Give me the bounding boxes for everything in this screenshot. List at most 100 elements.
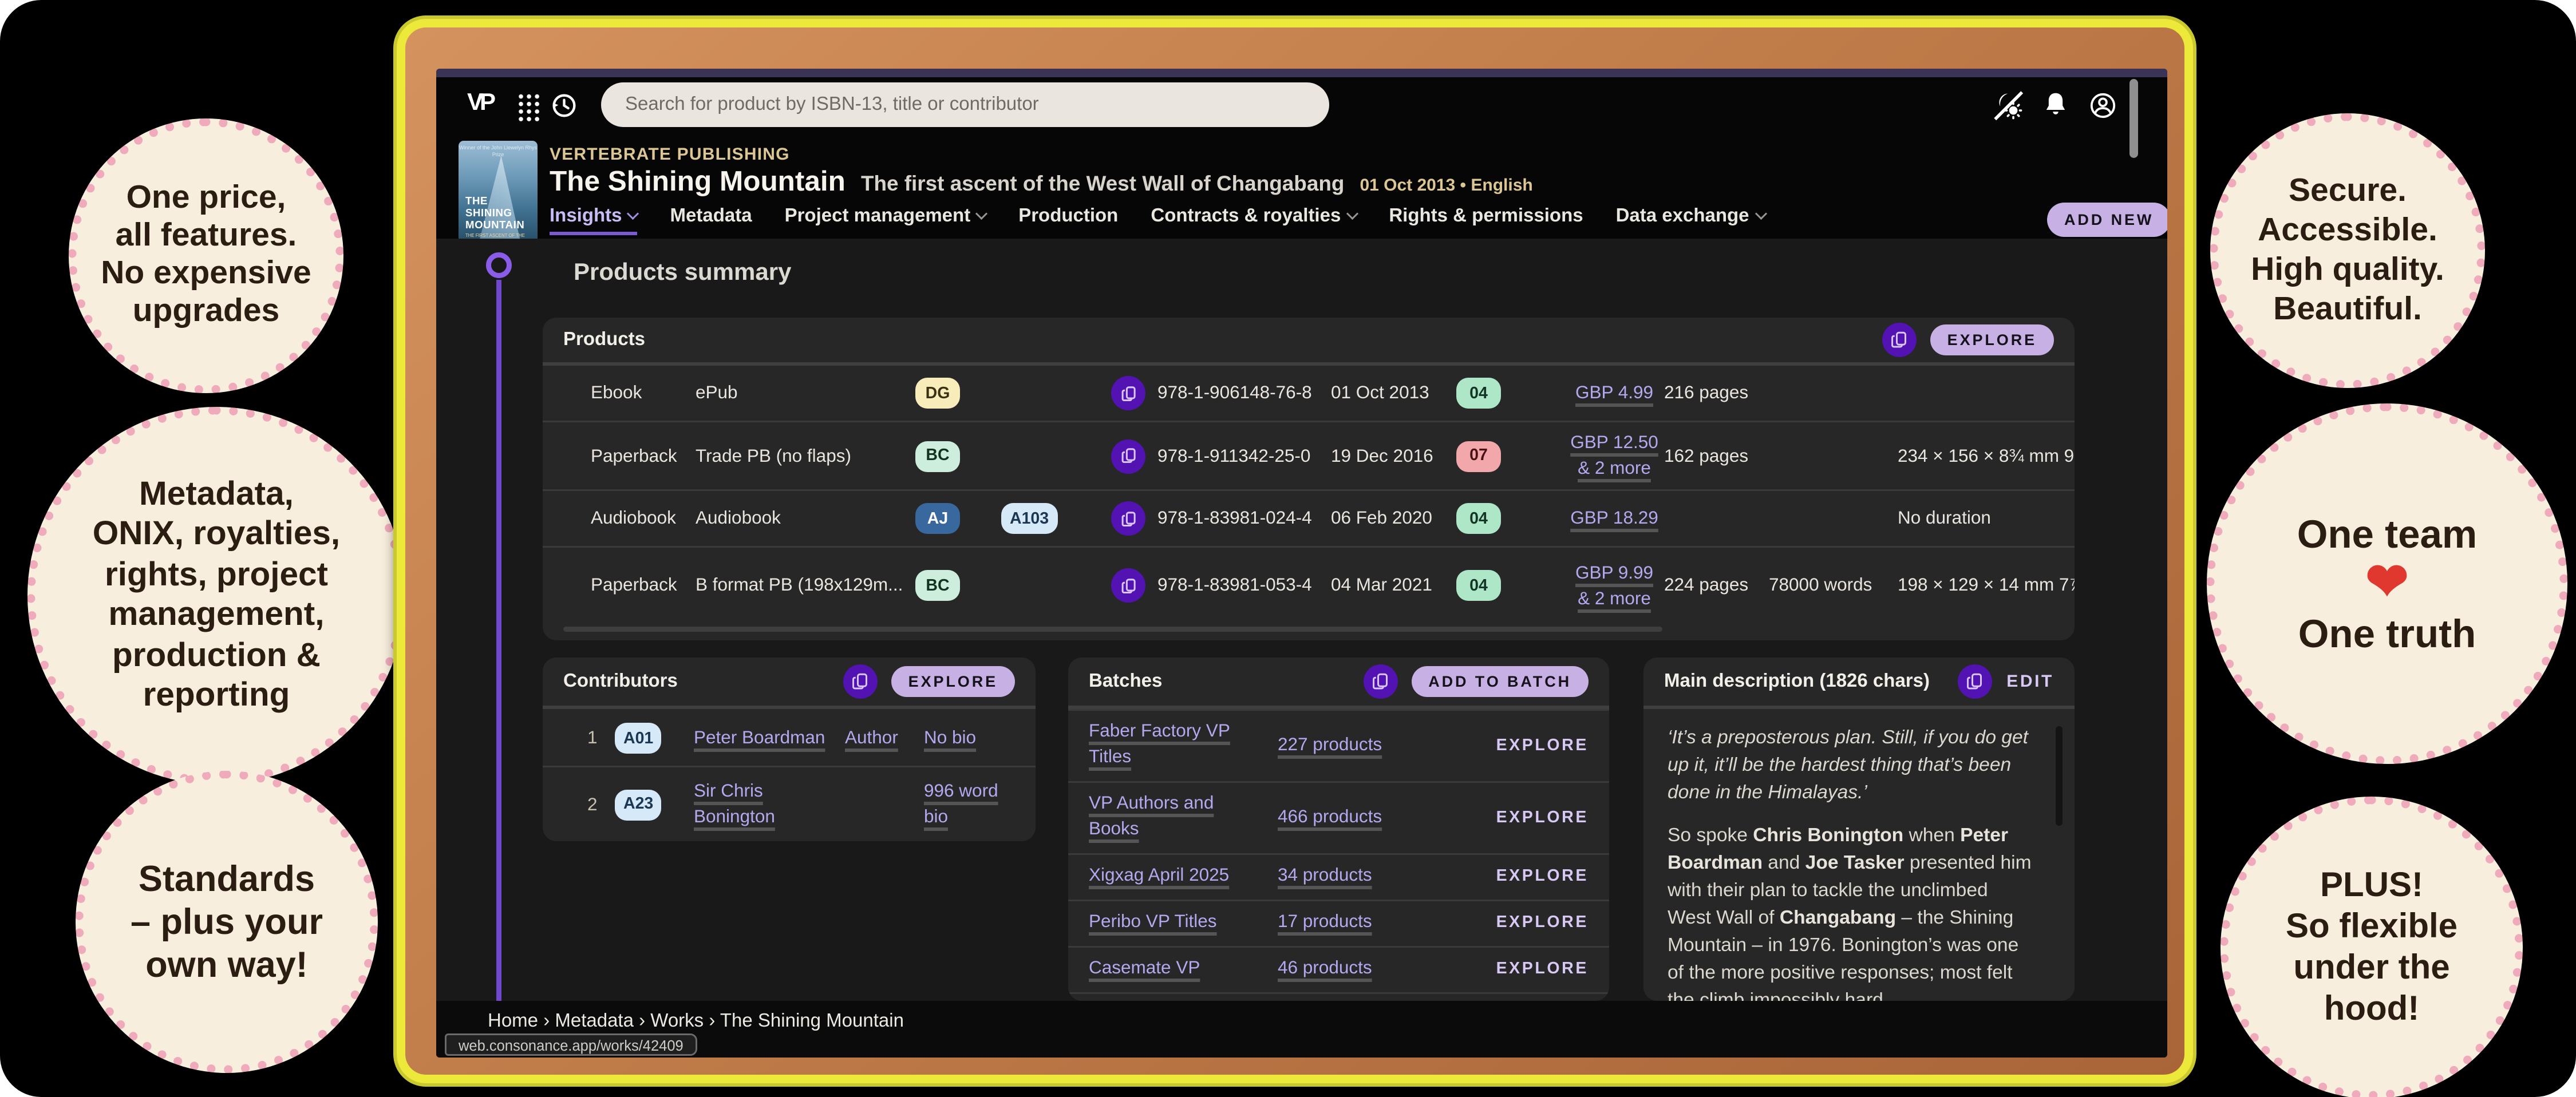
badge-line: One truth <box>2298 609 2476 658</box>
batch-row: Faber Factory VP Titles 227 products EXP… <box>1068 709 1609 781</box>
status-badge: 04 <box>1456 570 1501 601</box>
tab-insights[interactable]: Insights <box>550 206 638 235</box>
contributor-bio-link[interactable]: 996 word bio <box>924 779 1017 830</box>
product-price-more-link[interactable]: & 2 more <box>1578 458 1651 479</box>
product-price-link[interactable]: GBP 9.99 <box>1575 563 1653 583</box>
account-icon[interactable] <box>2085 88 2119 122</box>
batch-name-link[interactable]: Xigxag April 2025 <box>1089 865 1229 886</box>
batches-panel: Batches ADD TO BATCH Faber Factory VP Ti… <box>1068 658 1609 1001</box>
product-pages: 216 pages <box>1664 366 1764 421</box>
app-scrollbar[interactable] <box>2129 79 2138 158</box>
badge-line: PLUS! <box>2320 865 2423 906</box>
tab-production[interactable]: Production <box>1018 206 1118 227</box>
timeline-line <box>496 280 501 1004</box>
badge-line: One team <box>2297 510 2477 558</box>
copy-isbn-icon[interactable] <box>1111 376 1145 410</box>
batch-row: Xigxag April 2025 34 products EXPLORE <box>1068 853 1609 900</box>
tab-project-management[interactable]: Project management <box>785 206 986 227</box>
tab-data-exchange[interactable]: Data exchange <box>1616 206 1765 227</box>
product-price-link[interactable]: GBP 12.50 <box>1570 433 1658 453</box>
batch-explore-button[interactable]: EXPLORE <box>1496 960 1589 979</box>
product-price-link[interactable]: GBP 18.29 <box>1570 508 1658 529</box>
product-dimensions: 198 × 129 × 14 mm 7⅞ <box>1898 548 2075 623</box>
product-row: Paperback Trade PB (no flaps) BC 978-1-9… <box>543 422 2075 491</box>
batch-explore-button[interactable]: EXPLORE <box>1496 736 1589 755</box>
history-icon[interactable] <box>548 89 579 120</box>
copy-icon[interactable] <box>1958 664 1993 699</box>
contributor-bio-link[interactable]: No bio <box>924 728 976 749</box>
add-to-batch-button[interactable]: ADD TO BATCH <box>1411 666 1589 697</box>
format-code-badge: DG <box>915 378 960 409</box>
contributor-name-link[interactable]: Sir Chris Bonington <box>694 779 838 830</box>
product-row: Paperback B format PB (198x129m... BC 97… <box>543 548 2075 623</box>
copy-isbn-icon[interactable] <box>1111 568 1145 603</box>
batch-count-link[interactable]: 17 products <box>1278 912 1372 932</box>
tab-contracts-royalties[interactable]: Contracts & royalties <box>1151 206 1356 227</box>
copy-isbn-icon[interactable] <box>1111 501 1145 536</box>
search-input[interactable] <box>601 82 1329 127</box>
batch-count-link[interactable]: 34 products <box>1278 865 1372 886</box>
batch-explore-button[interactable]: EXPLORE <box>1496 867 1589 886</box>
apps-grid-icon[interactable] <box>517 93 541 122</box>
copy-icon[interactable] <box>843 664 878 699</box>
badge-line: reporting <box>143 676 290 717</box>
product-code-badge: A103 <box>1001 503 1057 534</box>
badge-line: No expensive <box>101 256 311 294</box>
product-format: ePub <box>696 366 912 421</box>
edit-description-button[interactable]: EDIT <box>2006 672 2054 691</box>
work-subtitle: The first ascent of the West Wall of Cha… <box>861 172 1345 196</box>
contributor-row: 2 A23 Sir Chris Bonington 996 word bio <box>543 767 1036 841</box>
batch-count-link[interactable]: 46 products <box>1278 958 1372 979</box>
description-panel-header: Main description (1826 chars) EDIT <box>1643 658 2075 709</box>
work-nav-tabs: Insights Metadata Project management Pro… <box>550 206 1765 227</box>
product-price-link[interactable]: GBP 4.99 <box>1575 383 1653 403</box>
page-title: Products summary <box>574 258 791 285</box>
poster-canvas: One price, all features. No expensive up… <box>0 0 2576 1097</box>
description-scrollbar[interactable] <box>2055 726 2063 826</box>
batches-panel-header: Batches ADD TO BATCH <box>1068 658 1609 709</box>
browser-chrome-strip <box>436 69 2167 77</box>
products-explore-button[interactable]: EXPLORE <box>1930 324 2054 355</box>
add-new-button[interactable]: ADD NEW <box>2047 203 2167 237</box>
contributor-number: 1 <box>587 711 611 766</box>
batch-name-link[interactable]: Casemate VP <box>1089 958 1200 979</box>
tab-rights-permissions[interactable]: Rights & permissions <box>1389 206 1583 227</box>
copy-isbn-icon[interactable] <box>1111 439 1145 473</box>
product-format: Audiobook <box>696 491 912 546</box>
badge-line: Accessible. <box>2258 211 2437 251</box>
notifications-bell-icon[interactable] <box>2038 88 2073 122</box>
batch-count-link[interactable]: 466 products <box>1278 806 1382 827</box>
theme-toggle-icon[interactable] <box>1990 88 2025 122</box>
contributor-role-link[interactable]: Author <box>845 728 898 749</box>
timeline-marker <box>486 252 512 278</box>
contributor-name-link[interactable]: Peter Boardman <box>694 728 825 749</box>
copy-icon[interactable] <box>1363 664 1397 699</box>
marketing-badge-flexible: PLUS! So flexible under the hood! <box>2221 797 2523 1097</box>
products-panel: Products EXPLORE Ebook ePub DG 978-1-906… <box>543 318 2075 640</box>
contributors-explore-button[interactable]: EXPLORE <box>891 666 1015 697</box>
product-pages: 162 pages <box>1664 422 1764 489</box>
batch-count-link[interactable]: 227 products <box>1278 734 1382 755</box>
tab-metadata[interactable]: Metadata <box>670 206 752 227</box>
batch-name-link[interactable]: Faber Factory VP Titles <box>1089 721 1230 767</box>
status-badge: 04 <box>1456 378 1501 409</box>
badge-line: all features. <box>116 218 297 256</box>
products-horizontal-scrollbar[interactable] <box>563 627 1662 632</box>
vp-logo[interactable]: VP <box>467 88 492 115</box>
batch-explore-button[interactable]: EXPLORE <box>1496 913 1589 932</box>
badge-line: – plus your <box>131 901 323 944</box>
heart-icon: ❤ <box>2365 558 2408 609</box>
copy-icon[interactable] <box>1882 323 1917 357</box>
product-pub-date: 04 Mar 2021 <box>1331 548 1451 623</box>
batch-row: PGW Data Archive 77 products EXPLORE <box>1068 992 1609 1001</box>
product-price-more-link[interactable]: & 2 more <box>1578 588 1651 609</box>
work-title: The Shining Mountain <box>550 167 846 199</box>
batch-explore-button[interactable]: EXPLORE <box>1496 808 1589 827</box>
book-cover-thumbnail[interactable]: Winner of the John Llewelyn Rhys Prize T… <box>459 141 538 254</box>
contributor-role-code-badge: A01 <box>615 723 662 754</box>
badge-line: ONIX, royalties, <box>93 515 340 556</box>
format-code-badge: BC <box>915 441 960 472</box>
batch-name-link[interactable]: VP Authors and Books <box>1089 793 1214 839</box>
breadcrumb[interactable]: Home › Metadata › Works › The Shining Mo… <box>488 1011 904 1032</box>
batch-name-link[interactable]: Peribo VP Titles <box>1089 912 1217 932</box>
